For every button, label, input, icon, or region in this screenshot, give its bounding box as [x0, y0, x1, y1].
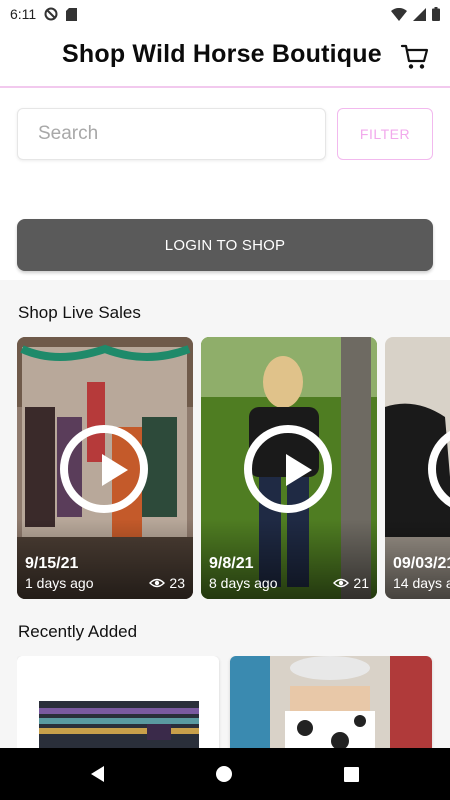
- live-sale-views: 21: [333, 575, 369, 591]
- eye-icon: [149, 578, 166, 588]
- live-sales-carousel[interactable]: 9/15/21 1 days ago 23 9/8/21 8 days ago: [17, 337, 450, 599]
- live-sale-card[interactable]: 9/8/21 8 days ago 21: [201, 337, 377, 599]
- wifi-icon: [391, 7, 407, 21]
- recently-added-list[interactable]: [17, 656, 450, 750]
- shopping-cart-icon: [400, 44, 429, 69]
- live-sale-age: 1 days ago: [25, 575, 94, 591]
- status-right: [391, 7, 440, 21]
- sd-card-icon: [66, 7, 78, 21]
- back-icon[interactable]: [91, 766, 104, 782]
- battery-icon: [432, 7, 440, 21]
- live-sale-age: 14 days ago: [393, 575, 450, 591]
- live-sale-date: 9/8/21: [209, 555, 254, 572]
- live-sales-heading: Shop Live Sales: [18, 303, 141, 322]
- login-to-shop-button[interactable]: LOGIN TO SHOP: [17, 219, 433, 271]
- home-icon[interactable]: [216, 766, 232, 782]
- views-count: 21: [353, 575, 369, 591]
- cart-button[interactable]: [400, 42, 430, 72]
- recents-icon[interactable]: [344, 766, 359, 782]
- filter-button[interactable]: FILTER: [337, 108, 433, 160]
- eye-icon: [333, 578, 350, 588]
- search-input[interactable]: [17, 108, 326, 160]
- live-sale-age: 8 days ago: [209, 575, 278, 591]
- signal-icon: [413, 7, 426, 21]
- product-card[interactable]: [17, 656, 219, 750]
- product-card[interactable]: [230, 656, 432, 750]
- status-left: 6:11: [10, 6, 78, 22]
- do-not-disturb-icon: [44, 7, 58, 21]
- recently-added-heading: Recently Added: [18, 622, 138, 641]
- views-count: 23: [169, 575, 185, 591]
- status-time: 6:11: [10, 6, 37, 22]
- status-bar: 6:11: [0, 0, 450, 28]
- app-header: Shop Wild Horse Boutique: [0, 28, 450, 88]
- live-sale-card[interactable]: 09/03/21 14 days ago: [385, 337, 450, 599]
- live-sale-date: 9/15/21: [25, 555, 79, 572]
- product-image: [230, 656, 432, 750]
- live-sale-card[interactable]: 9/15/21 1 days ago 23: [17, 337, 193, 599]
- play-icon[interactable]: [60, 425, 148, 513]
- product-image: [17, 656, 219, 750]
- system-nav-bar: [0, 748, 450, 800]
- page-title: Shop Wild Horse Boutique: [62, 40, 382, 68]
- live-sale-views: 23: [149, 575, 185, 591]
- play-icon[interactable]: [244, 425, 332, 513]
- live-sale-date: 09/03/21: [393, 555, 450, 572]
- search-row: FILTER: [17, 108, 433, 160]
